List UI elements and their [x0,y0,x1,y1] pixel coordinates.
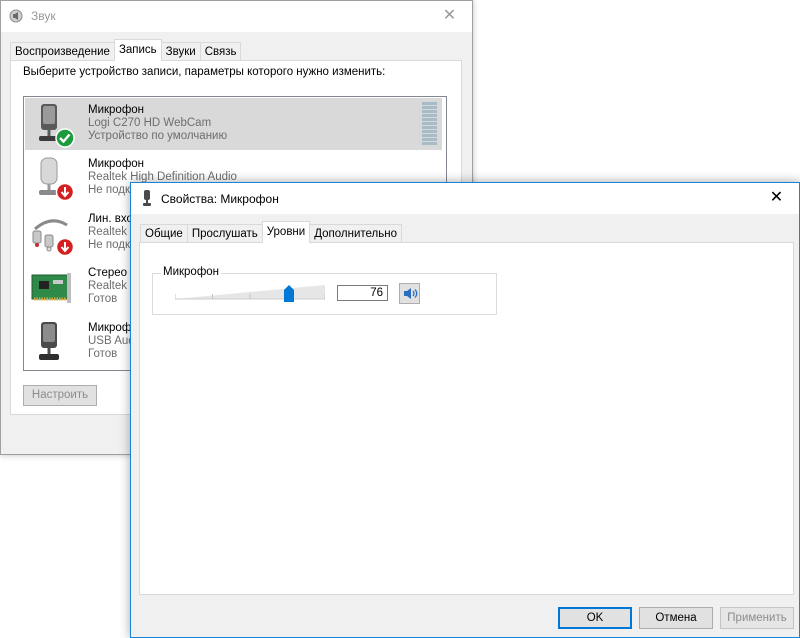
sound-close-button[interactable]: ✕ [427,1,472,32]
microphone-usb-icon [39,322,59,360]
device-driver: Realtek [88,280,127,292]
tab-levels[interactable]: Уровни [261,221,311,243]
props-window-title: Свойства: Микрофон [161,192,279,206]
props-close-button[interactable]: ✕ [754,183,799,214]
microphone-level-group: Микрофон 76 [152,266,497,315]
device-status: Готов [88,293,118,305]
microphone-title-icon [143,190,151,206]
microphone-icon [39,157,75,202]
tab-listen[interactable]: Прослушать [186,224,263,243]
level-slider[interactable] [175,278,325,304]
sound-window-title: Звук [31,9,56,23]
device-status: Не подк [88,239,131,251]
tab-communications[interactable]: Связь [199,42,242,61]
levels-panel: Микрофон 76 [139,242,794,595]
cancel-button[interactable]: Отмена [639,607,713,629]
device-name: Микрофон [88,158,145,170]
props-tabs: Общие Прослушать Уровни Дополнительно [140,221,402,243]
device-name: Микроф [88,322,132,334]
microphone-properties-window: Свойства: Микрофон ✕ Общие Прослушать Ур… [130,182,800,638]
device-name: Лин. вхо [88,213,133,225]
configure-button[interactable]: Настроить [23,385,97,406]
apply-button[interactable]: Применить [720,607,794,629]
microphone-webcam-icon [39,104,75,148]
mute-button[interactable] [399,283,420,304]
ok-button[interactable]: OK [558,607,632,629]
sound-card-icon [31,273,71,303]
tab-advanced[interactable]: Дополнительно [309,224,402,243]
tab-playback[interactable]: Воспроизведение [10,42,115,61]
props-titlebar[interactable]: Свойства: Микрофон ✕ [131,183,799,214]
recording-instruction: Выберите устройство записи, параметры ко… [23,66,386,78]
sound-app-icon [9,9,23,23]
device-driver: USB Aud [88,335,135,347]
level-meter [422,102,437,145]
level-value-input[interactable]: 76 [337,285,388,301]
slider-thumb[interactable] [284,285,294,302]
line-in-cable-icon [32,219,75,257]
speaker-icon [404,288,418,299]
device-item-webcam-mic[interactable]: Микрофон Logi C270 HD WebCam Устройство … [25,98,442,150]
device-driver: Logi C270 HD WebCam [88,117,212,129]
tab-recording[interactable]: Запись [113,39,162,61]
device-status: Готов [88,348,118,360]
device-name: Микрофон [88,104,145,116]
level-group-label: Микрофон [161,266,222,278]
sound-titlebar[interactable]: Звук ✕ [1,1,472,32]
tab-general[interactable]: Общие [140,224,188,243]
device-status: Устройство по умолчанию [88,130,228,142]
device-driver: Realtek [88,226,127,238]
sound-tabs: Воспроизведение Запись Звуки Связь [10,39,242,61]
device-status: Не подк [88,184,131,196]
tab-sounds[interactable]: Звуки [160,42,201,61]
